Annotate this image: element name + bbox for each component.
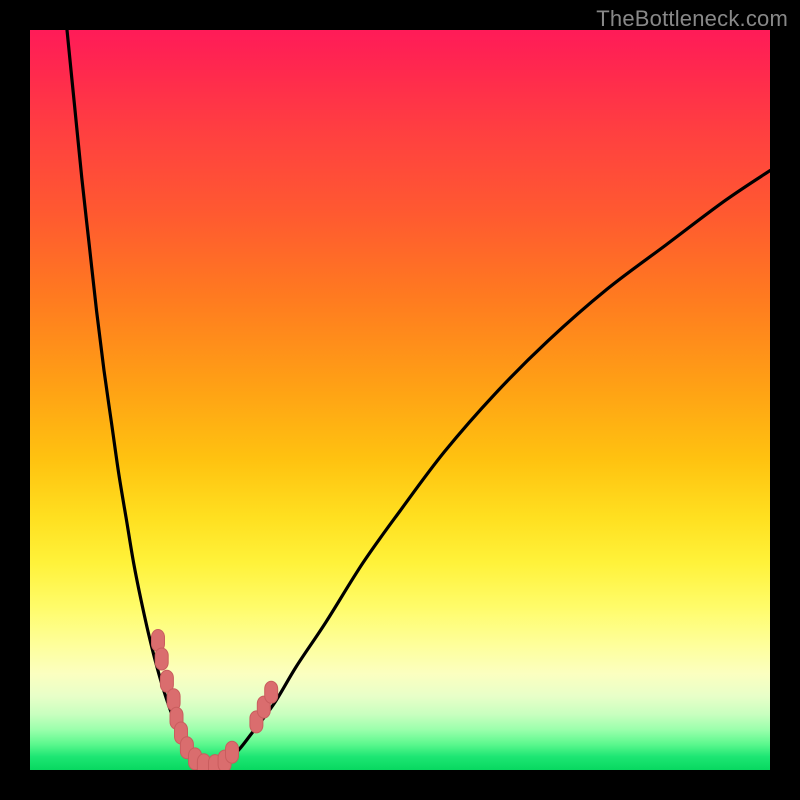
sample-marker (155, 648, 168, 670)
plot-area (30, 30, 770, 770)
chart-frame: TheBottleneck.com (0, 0, 800, 800)
sample-markers (152, 630, 278, 771)
sample-marker (265, 681, 278, 703)
sample-marker (226, 741, 239, 763)
watermark-text: TheBottleneck.com (596, 6, 788, 32)
curve-layer (30, 30, 770, 770)
bottleneck-curve (67, 30, 770, 766)
